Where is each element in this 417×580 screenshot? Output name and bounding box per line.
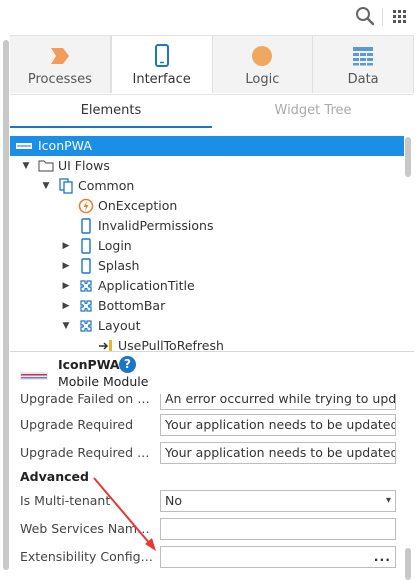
property-label: Is Multi-tenant: [20, 493, 111, 508]
grid-icon[interactable]: [386, 4, 412, 28]
property-row: Web Services Names...: [10, 516, 414, 542]
tree-item-invalidpermissions[interactable]: InvalidPermissions: [10, 216, 404, 236]
properties-panel: Upgrade Failed on Da... An error occurre…: [10, 394, 414, 580]
search-icon[interactable]: [352, 4, 378, 28]
tab-label: Interface: [132, 72, 191, 87]
input-param-icon: [98, 338, 114, 351]
exception-icon: [78, 198, 94, 214]
module-icon: [20, 369, 48, 380]
chevron-down-icon[interactable]: ▼: [20, 159, 32, 173]
tab-label: Data: [347, 72, 379, 87]
chevron-right-icon[interactable]: ▶: [60, 299, 72, 313]
tree-item-label: UsePullToRefresh: [118, 338, 224, 351]
help-icon[interactable]: ?: [119, 356, 136, 373]
tree-item-label: ApplicationTitle: [98, 278, 195, 293]
tab-logic[interactable]: Logic: [212, 36, 314, 93]
tree-item-label: OnException: [98, 198, 178, 213]
tree-item-common[interactable]: ▼ Common: [10, 176, 404, 196]
data-icon: [350, 44, 376, 68]
tab-elements[interactable]: Elements: [10, 95, 212, 128]
tree-item-ui-flows[interactable]: ▼ UI Flows: [10, 156, 404, 176]
section-advanced: Advanced: [20, 469, 89, 484]
property-row: Is Multi-tenant No: [10, 488, 414, 514]
tree-item-applicationtitle[interactable]: ▶ ApplicationTitle: [10, 276, 404, 296]
tree-item-label: Common: [78, 178, 135, 193]
property-row: Extensibility Configur... ...: [10, 544, 414, 570]
tab-label: Logic: [245, 72, 280, 87]
property-label: Upgrade Required wi...: [20, 445, 156, 460]
tree-item-usepulltorefresh[interactable]: UsePullToRefresh: [10, 336, 404, 351]
tab-processes[interactable]: Processes: [10, 36, 111, 93]
property-row: Upgrade Required Your application needs …: [10, 412, 414, 438]
tree-item-onexception[interactable]: OnException: [10, 196, 404, 216]
module-icon: [16, 138, 32, 154]
logic-icon: [249, 44, 275, 68]
property-label: Upgrade Required: [20, 417, 134, 432]
properties-scrollbar[interactable]: [405, 548, 411, 580]
block-icon: [78, 318, 94, 334]
property-value-input[interactable]: Your application needs to be updated. U: [160, 442, 396, 464]
chevron-right-icon[interactable]: ▶: [60, 259, 72, 273]
tree-item-label: InvalidPermissions: [98, 218, 214, 233]
folder-icon: [38, 158, 54, 174]
screen-icon: [78, 218, 94, 234]
property-label: Web Services Names...: [20, 521, 156, 536]
screen-icon: [78, 238, 94, 254]
tree-item-splash[interactable]: ▶ Splash: [10, 256, 404, 276]
tree-item-label: Layout: [98, 318, 141, 333]
tab-label: Processes: [27, 72, 92, 87]
tree-item-label: UI Flows: [58, 158, 110, 173]
property-label: Upgrade Failed on Da...: [20, 394, 156, 406]
chevron-right-icon[interactable]: ▶: [60, 239, 72, 253]
tab-data[interactable]: Data: [313, 36, 414, 93]
processes-icon: [47, 44, 73, 68]
property-value-input[interactable]: An error occurred while trying to update: [160, 394, 396, 410]
tab-interface[interactable]: Interface: [110, 36, 213, 93]
element-tree: IconPWA ▼ UI Flows ▼ Common OnException …: [10, 133, 404, 351]
flow-icon: [58, 178, 74, 194]
tree-item-label: BottomBar: [98, 298, 166, 313]
sub-tabs: Elements Widget Tree: [10, 94, 414, 128]
property-row: Upgrade Required wi... Your application …: [10, 440, 414, 466]
main-tabs: Processes Interface Logic Data: [10, 35, 414, 93]
left-scrollbar[interactable]: [3, 40, 9, 570]
chevron-down-icon[interactable]: ▼: [40, 179, 52, 193]
block-icon: [78, 278, 94, 294]
tab-widget-tree[interactable]: Widget Tree: [212, 95, 414, 128]
tree-item-label: Splash: [98, 258, 140, 273]
chevron-right-icon[interactable]: ▶: [60, 279, 72, 293]
mobile-icon: [149, 44, 175, 68]
module-type: Mobile Module: [58, 374, 149, 389]
tree-item-bottombar[interactable]: ▶ BottomBar: [10, 296, 404, 316]
module-name: IconPWA: [58, 357, 120, 372]
chevron-down-icon[interactable]: ▼: [60, 319, 72, 333]
tree-item-iconpwa[interactable]: IconPWA: [10, 136, 404, 156]
screen-icon: [78, 258, 94, 274]
tree-item-login[interactable]: ▶ Login: [10, 236, 404, 256]
block-icon: [78, 298, 94, 314]
toolbar-separator: [382, 8, 383, 26]
web-services-namespace-input[interactable]: [160, 518, 396, 540]
tree-item-layout[interactable]: ▼ Layout: [10, 316, 404, 336]
top-toolbar: [0, 0, 417, 34]
tree-item-label: Login: [98, 238, 132, 253]
property-label: Extensibility Configur...: [20, 549, 156, 564]
tree-scrollbar[interactable]: [405, 137, 411, 177]
property-row: Upgrade Failed on Da... An error occurre…: [10, 394, 414, 412]
multi-tenant-select[interactable]: No: [160, 490, 396, 512]
tree-item-label: IconPWA: [38, 138, 92, 153]
extensibility-configuration-button[interactable]: ...: [160, 546, 396, 568]
property-value-input[interactable]: Your application needs to be updated. Ta: [160, 414, 396, 436]
properties-header: IconPWA ? Mobile Module: [10, 352, 414, 394]
